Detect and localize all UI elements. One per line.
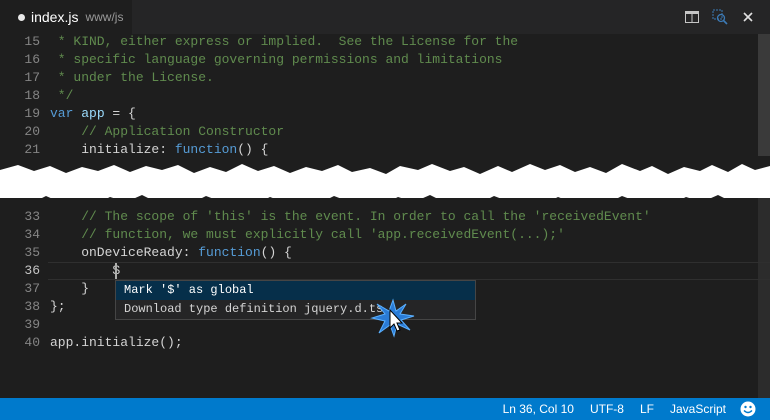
status-encoding[interactable]: UTF-8	[590, 402, 624, 416]
mouse-pointer-icon	[370, 298, 415, 338]
code-line: 17 * under the License.	[24, 70, 214, 85]
tab-bar: index.js www/js	[0, 0, 770, 34]
status-language[interactable]: JavaScript	[670, 402, 726, 416]
open-changes-icon[interactable]	[712, 9, 728, 25]
status-cursor-position[interactable]: Ln 36, Col 10	[503, 402, 574, 416]
tab-index-js[interactable]: index.js www/js	[0, 0, 132, 34]
code-line: 35 onDeviceReady: function() {	[24, 245, 292, 260]
editor-top: index.js www/js 15 * KIND, either expres…	[0, 0, 770, 164]
code-line: 19 var app = {	[24, 106, 136, 121]
code-line: 16 * specific language governing permiss…	[24, 52, 503, 67]
smiley-feedback-icon[interactable]	[740, 401, 756, 417]
text-cursor	[115, 263, 117, 279]
quick-fix-widget: Mark '$' as global Download type definit…	[115, 280, 476, 320]
tab-filename: index.js	[31, 9, 79, 25]
status-items: Ln 36, Col 10 UTF-8 LF JavaScript	[503, 398, 726, 420]
code-line: 20 // Application Constructor	[24, 124, 285, 139]
torn-edge-top	[0, 156, 770, 174]
status-eol[interactable]: LF	[640, 402, 654, 416]
editor-bottom: 33 // The scope of 'this' is the event. …	[0, 198, 770, 398]
status-bar: Ln 36, Col 10 UTF-8 LF JavaScript	[0, 398, 770, 420]
suggestion-item-mark-global[interactable]: Mark '$' as global	[116, 281, 475, 300]
close-icon[interactable]	[740, 9, 756, 25]
code-line: 34 // function, we must explicitly call …	[24, 227, 565, 242]
suggestion-item-download-typings[interactable]: Download type definition jquery.d.ts	[116, 300, 475, 319]
code-line: 15 * KIND, either express or implied. Se…	[24, 34, 519, 49]
code-line: 33 // The scope of 'this' is the event. …	[24, 209, 651, 224]
unsaved-dot-icon	[18, 13, 25, 21]
tab-actions	[684, 0, 756, 34]
split-editor-icon[interactable]	[684, 9, 700, 25]
code-line: 18 */	[24, 88, 74, 103]
tab-path: www/js	[85, 10, 124, 24]
